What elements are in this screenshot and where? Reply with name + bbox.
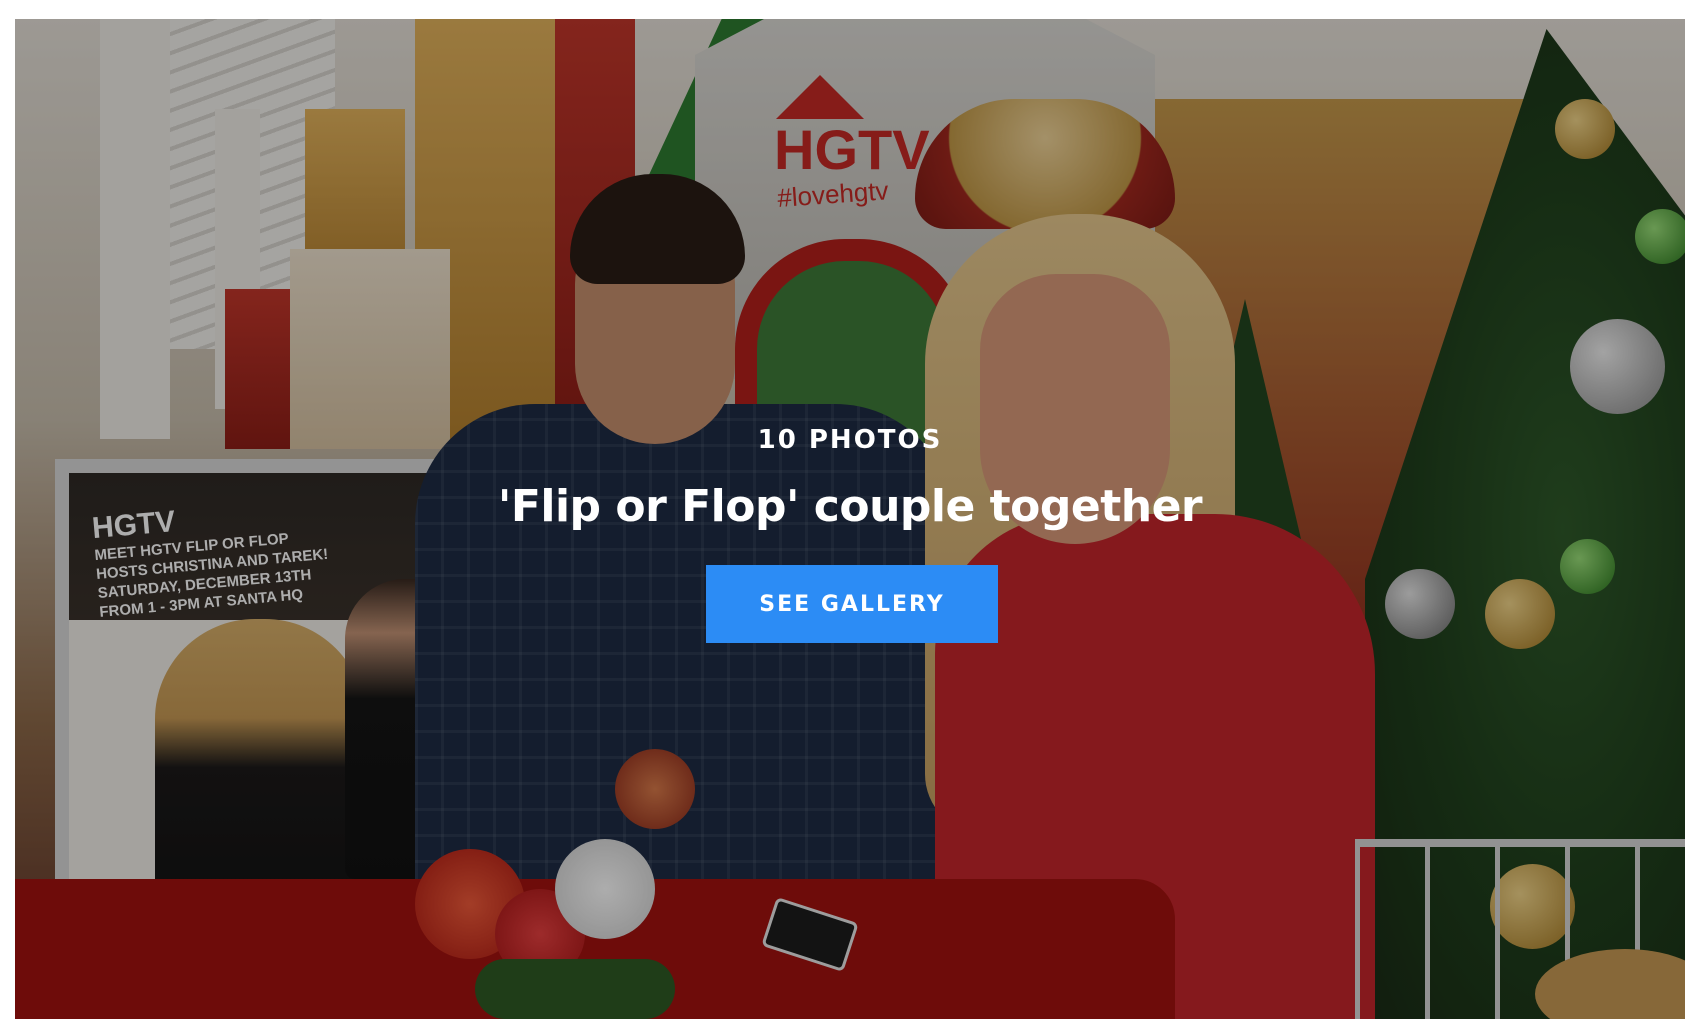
gallery-overlay: 10 PHOTOS 'Flip or Flop' couple together… bbox=[15, 19, 1685, 1019]
photo-count: 10 PHOTOS bbox=[757, 425, 943, 455]
gallery-title: 'Flip or Flop' couple together bbox=[497, 481, 1203, 532]
gallery-hero[interactable]: HGTV #lovehgtv HGTV MEET HGTV FLIP OR FL… bbox=[15, 19, 1685, 1019]
see-gallery-button[interactable]: SEE GALLERY bbox=[706, 565, 998, 643]
